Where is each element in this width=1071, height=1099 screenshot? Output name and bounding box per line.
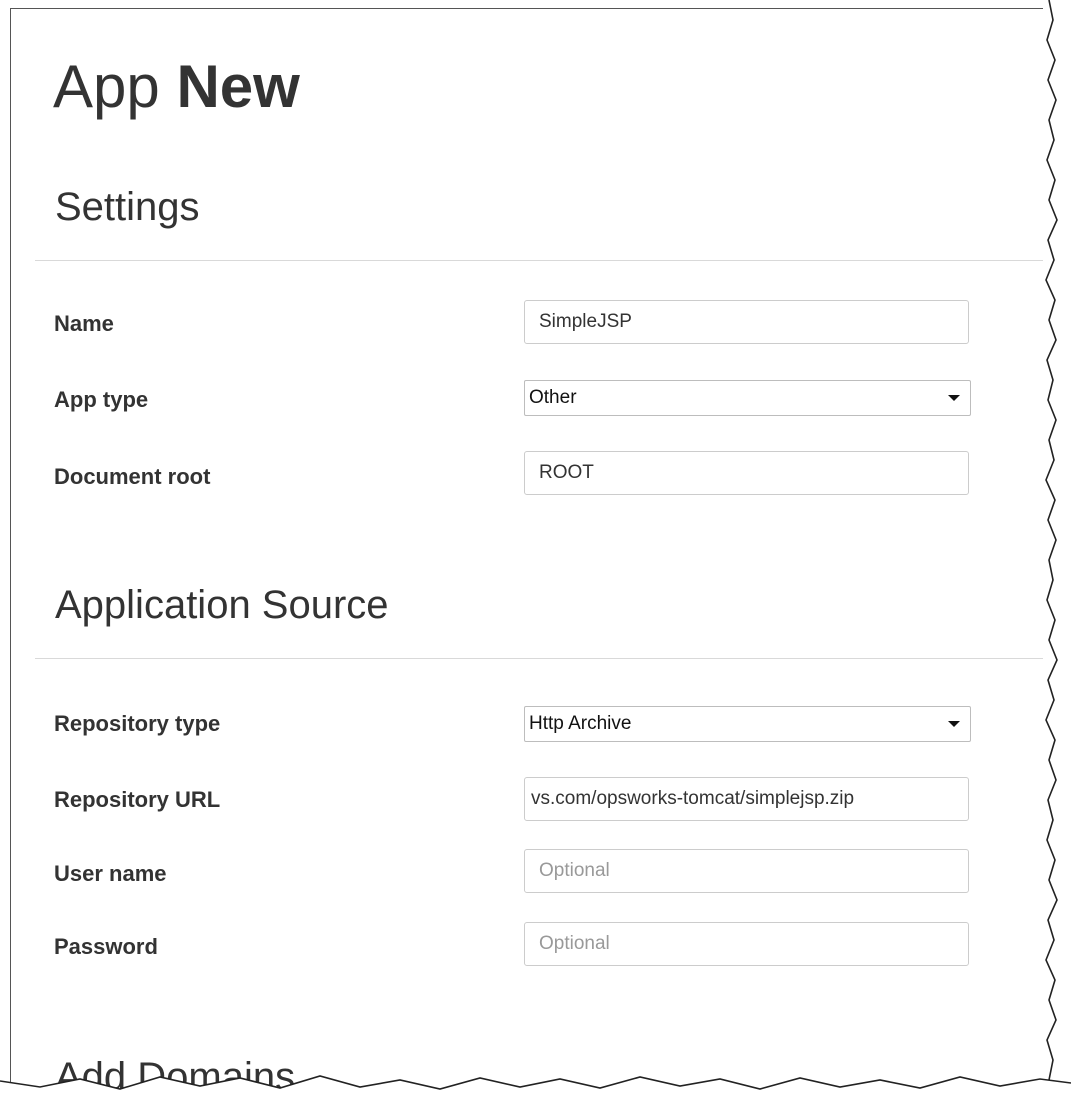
page-title: App New: [53, 57, 300, 117]
password-label: Password: [54, 934, 158, 959]
repository-url-input[interactable]: [524, 777, 969, 821]
app-type-select[interactable]: Other: [524, 380, 971, 416]
repository-type-value: Http Archive: [529, 713, 632, 734]
page-title-light: App: [53, 53, 160, 120]
repository-type-label: Repository type: [54, 711, 221, 736]
torn-edge-right: [1043, 0, 1071, 1099]
document-root-input[interactable]: [524, 451, 969, 495]
repository-url-label: Repository URL: [54, 787, 221, 812]
chevron-down-icon: [948, 395, 960, 401]
password-input[interactable]: [524, 922, 969, 966]
document-root-label: Document root: [54, 464, 211, 489]
settings-divider: [35, 260, 1059, 261]
chevron-down-icon: [948, 721, 960, 727]
page-title-bold: New: [176, 53, 300, 120]
user-name-label: User name: [54, 861, 167, 886]
name-input[interactable]: [524, 300, 969, 344]
settings-heading: Settings: [55, 185, 200, 229]
app-type-label: App type: [54, 387, 149, 412]
torn-edge-bottom: [0, 1075, 1071, 1099]
source-divider: [35, 658, 1059, 659]
app-new-panel: App New Settings Name App type Other Doc…: [10, 8, 1059, 1091]
application-source-heading: Application Source: [55, 583, 389, 627]
user-name-input[interactable]: [524, 849, 969, 893]
name-label: Name: [54, 311, 114, 336]
repository-type-select[interactable]: Http Archive: [524, 706, 971, 742]
app-type-value: Other: [529, 387, 577, 408]
